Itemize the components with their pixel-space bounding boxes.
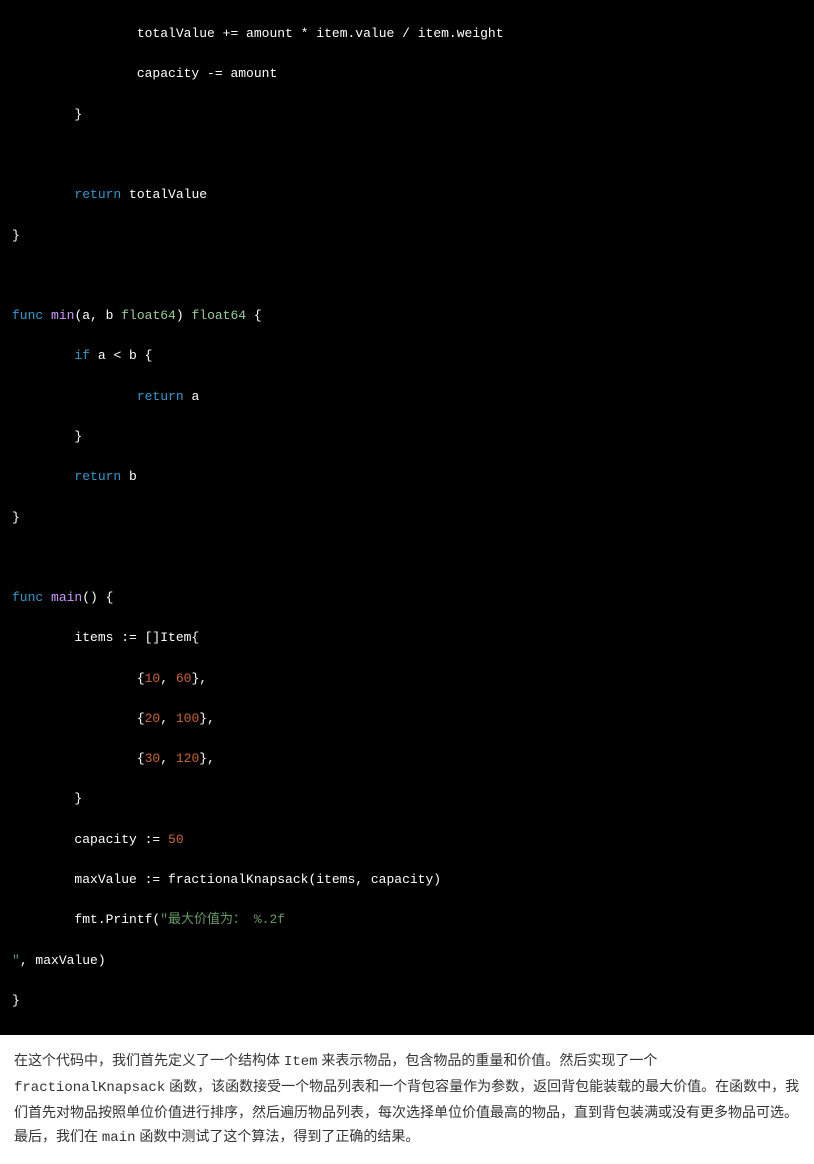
code-line: if a < b {	[0, 346, 814, 366]
code-line: }	[0, 991, 814, 1011]
code-line: ", maxValue)	[0, 951, 814, 971]
code-line	[0, 145, 814, 165]
code-inline-fractionalknapsack: fractionalKnapsack	[14, 1080, 165, 1096]
code-line: return b	[0, 467, 814, 487]
code-line: }	[0, 105, 814, 125]
code-line: }	[0, 226, 814, 246]
code-inline-main: main	[102, 1130, 136, 1146]
code-line: return totalValue	[0, 185, 814, 205]
code-line: return a	[0, 387, 814, 407]
code-inline-item: Item	[284, 1054, 318, 1070]
code-line: totalValue += amount * item.value / item…	[0, 24, 814, 44]
code-line: }	[0, 508, 814, 528]
code-line: {30, 120},	[0, 749, 814, 769]
explanation-paragraph: 在这个代码中，我们首先定义了一个结构体 Item 来表示物品，包含物品的重量和价…	[0, 1035, 814, 1164]
code-block: totalValue += amount * item.value / item…	[0, 0, 814, 1035]
code-line: fmt.Printf("最大价值为： %.2f	[0, 910, 814, 930]
code-line: }	[0, 427, 814, 447]
code-line	[0, 548, 814, 568]
code-line: maxValue := fractionalKnapsack(items, ca…	[0, 870, 814, 890]
code-line: capacity := 50	[0, 830, 814, 850]
code-line: func main() {	[0, 588, 814, 608]
code-line: }	[0, 789, 814, 809]
code-line: {20, 100},	[0, 709, 814, 729]
code-line: {10, 60},	[0, 669, 814, 689]
paragraph-text: 函数中测试了这个算法，得到了正确的结果。	[136, 1128, 420, 1144]
paragraph-text: 在这个代码中，我们首先定义了一个结构体	[14, 1052, 284, 1068]
code-line: func min(a, b float64) float64 {	[0, 306, 814, 326]
code-line: items := []Item{	[0, 628, 814, 648]
code-line	[0, 266, 814, 286]
code-line: capacity -= amount	[0, 64, 814, 84]
paragraph-text: 来表示物品，包含物品的重量和价值。然后实现了一个	[318, 1052, 658, 1068]
